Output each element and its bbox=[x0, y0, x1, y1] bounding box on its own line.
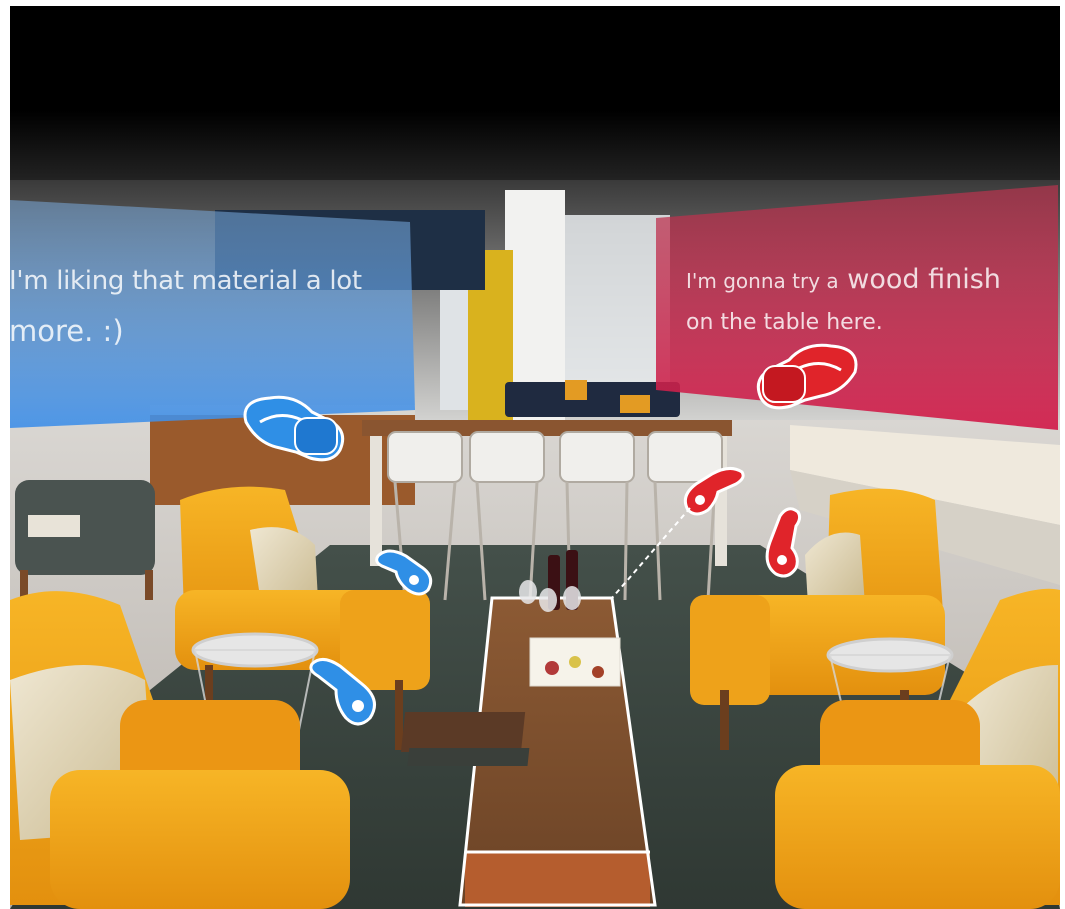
far-sofa bbox=[505, 382, 680, 417]
red-chat-line-1-prefix: I'm gonna try a bbox=[686, 269, 839, 293]
red-chat-line-1: I'm gonna try a wood finish bbox=[686, 264, 1001, 295]
red-chat-panel bbox=[656, 185, 1058, 430]
blue-chat-line-1: I'm liking that material a lot bbox=[9, 266, 362, 296]
red-chat-line-2: on the table here. bbox=[686, 310, 883, 335]
red-chat-line-1-rest: wood finish bbox=[847, 264, 1001, 295]
blue-chat-line-2: more. :) bbox=[9, 314, 124, 348]
vr-viewport[interactable]: I'm liking that material a lot more. :) … bbox=[0, 0, 1065, 909]
ceiling bbox=[10, 6, 1060, 196]
books bbox=[400, 712, 526, 752]
lounge-scene bbox=[0, 0, 1065, 909]
